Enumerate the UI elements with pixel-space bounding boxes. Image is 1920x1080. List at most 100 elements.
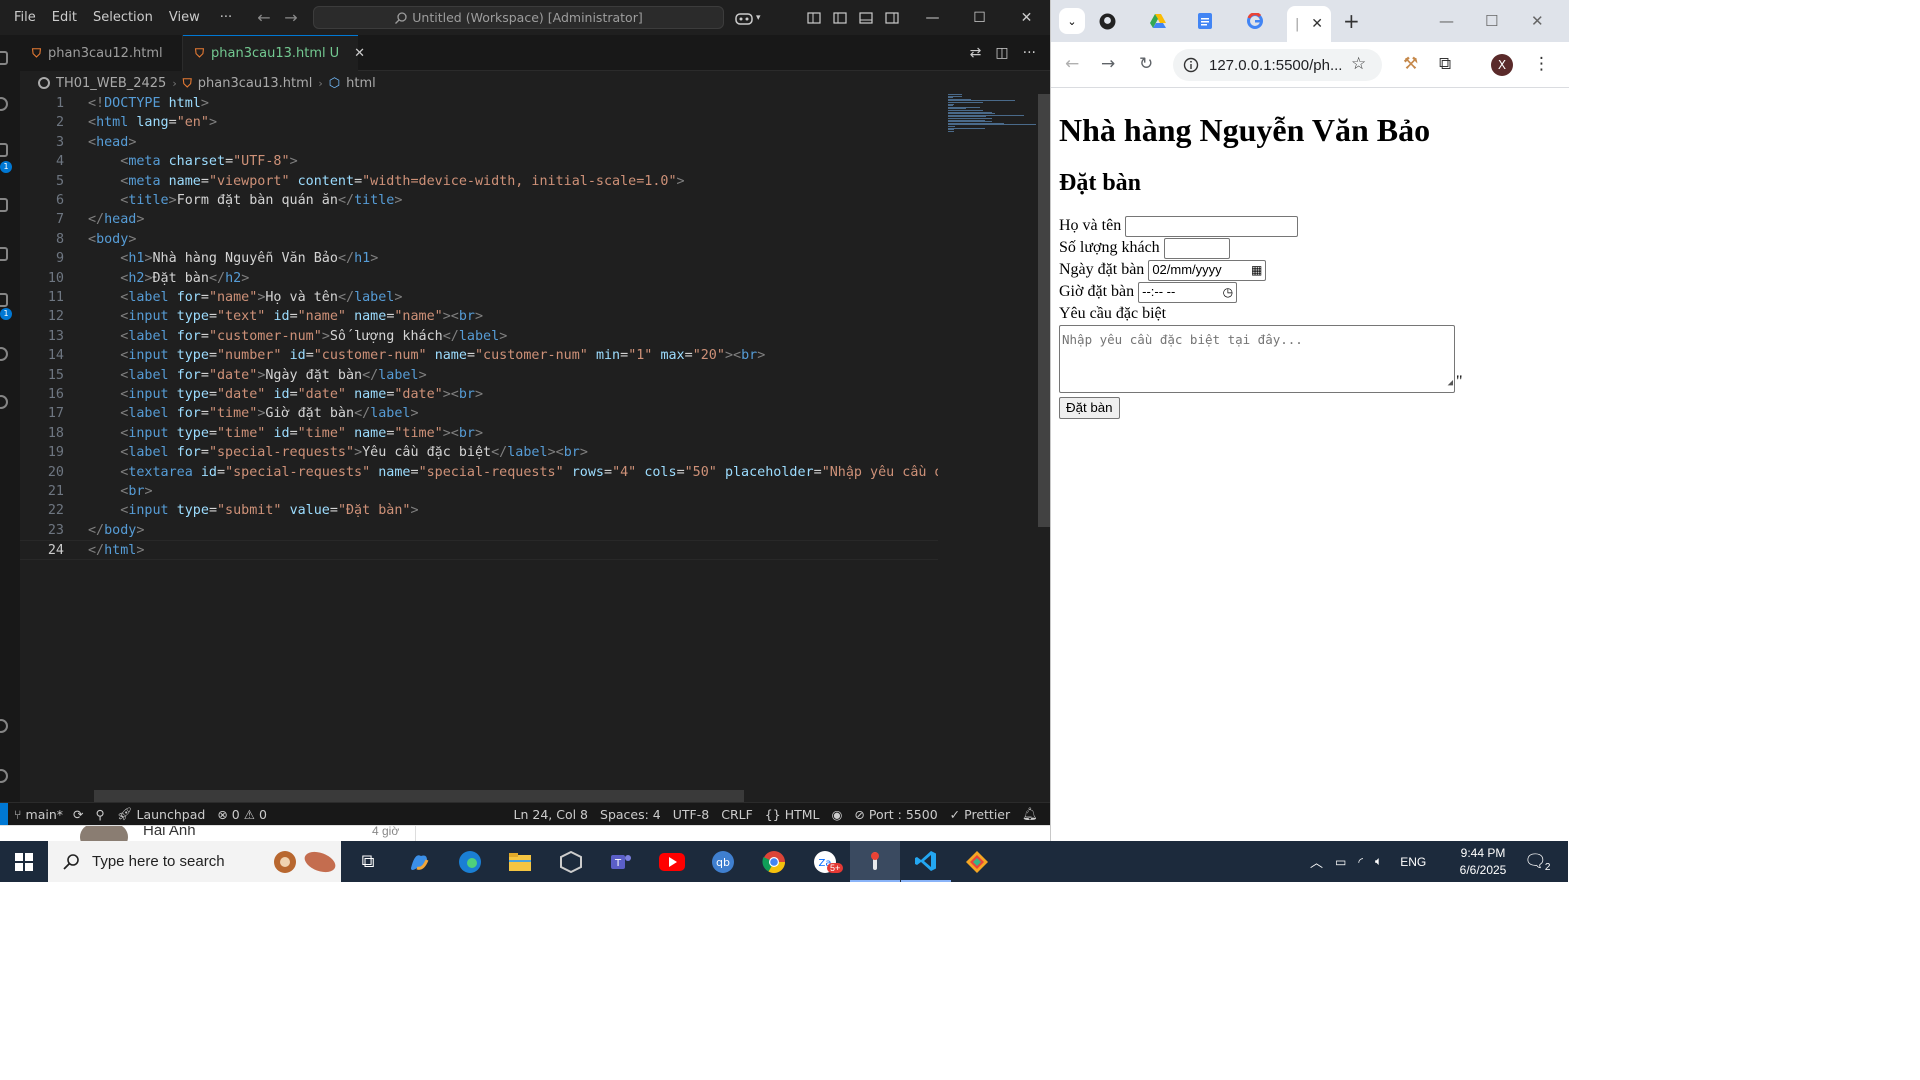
remote-indicator[interactable] [0,802,8,826]
vscode-app-icon[interactable] [901,841,951,882]
breadcrumb-file[interactable]: phan3cau13.html [198,76,313,91]
code-line[interactable]: 15 <label for="date">Ngày đặt bàn</label… [20,366,938,385]
tab-search-button[interactable]: ⌄ [1059,8,1085,34]
git-fork-app-icon[interactable] [850,841,900,882]
code-line[interactable]: 19 <label for="special-requests">Yêu cầu… [20,443,938,462]
code-line[interactable]: 10 <h2>Đặt bàn</h2> [20,269,938,288]
code-line[interactable]: 12 <input type="text" id="name" name="na… [20,307,938,326]
toggle-panel-icon[interactable] [858,10,874,26]
start-button[interactable] [0,841,48,882]
code-line[interactable]: 16 <input type="date" id="date" name="da… [20,385,938,404]
teams-icon[interactable]: T [596,841,646,882]
sync-icon[interactable]: ⟳ [73,807,83,822]
code-line[interactable]: 14 <input type="number" id="customer-num… [20,346,938,365]
zalo-icon[interactable]: Za 5+ [800,841,850,882]
extension-hammer-icon[interactable]: ⚒ [1403,54,1418,74]
live-server-status[interactable]: ⊘ Port : 5500 [848,807,943,822]
guests-number-input[interactable] [1163,237,1230,259]
language-indicator[interactable]: ENG [1400,855,1426,869]
live-share-icon[interactable] [0,395,8,409]
minimap[interactable] [946,94,1036,134]
calendar-icon[interactable]: ▦ [1251,259,1262,281]
chevron-up-icon[interactable]: ︿ [1310,852,1323,871]
problems-status[interactable]: ⊗ 0 ⚠ 0 [211,807,273,822]
qbittorrent-icon[interactable]: qb [698,841,748,882]
chrome-menu-icon[interactable]: ⋮ [1533,54,1550,74]
menu-more[interactable]: ··· [212,0,240,35]
manage-gear-icon[interactable] [0,769,8,783]
chrome-icon[interactable] [749,841,799,882]
open-changes-icon[interactable]: ⇄ [970,45,982,61]
code-line[interactable]: 20 <textarea id="special-requests" name=… [20,463,938,482]
code-line[interactable]: 21 <br> [20,482,938,501]
taskbar-search[interactable]: Type here to search [48,841,341,882]
battery-icon[interactable]: ▭ [1335,855,1346,869]
clock[interactable]: 9:44 PM 6/6/2025 [1450,841,1516,882]
source-control-icon[interactable] [0,143,8,157]
branch-status[interactable]: ⑂ main* ⟳ [8,807,89,822]
code-line[interactable]: 9 <h1>Nhà hàng Nguyễn Văn Bảo</h1> [20,249,938,268]
command-center[interactable]: Untitled (Workspace) [Administrator] [313,6,724,29]
resize-handle-icon[interactable]: ◢ [1448,372,1453,394]
code-line[interactable]: 2 <html lang="en"> [20,113,938,132]
accounts-icon[interactable] [0,719,8,733]
maximize-button[interactable]: ☐ [1485,8,1498,34]
special-requests-textarea[interactable]: Nhập yêu cầu đặc biệt tại đây... ◢ [1059,325,1455,393]
clock-icon[interactable]: ◷ [1223,281,1233,303]
forward-arrow-icon[interactable]: → [277,8,305,27]
site-info-icon[interactable] [1183,57,1199,73]
code-line[interactable]: 6 <title>Form đặt bàn quán ăn</title> [20,191,938,210]
git-graph-icon[interactable]: ⚲ [89,807,110,822]
name-input[interactable] [1125,215,1299,237]
tab-active-local-page[interactable]: | ✕ [1287,6,1331,42]
extensions-puzzle-icon[interactable]: ⧉ [1439,54,1451,74]
tab-github[interactable] [1099,8,1116,34]
menu-edit[interactable]: Edit [44,0,85,35]
code-line[interactable]: 18 <input type="time" id="time" name="ti… [20,424,938,443]
code-line[interactable]: 8 <body> [20,230,938,249]
more-actions-icon[interactable]: ··· [1023,45,1036,61]
breadcrumb-folder[interactable]: TH01_WEB_2425 [56,76,166,91]
bookmark-star-icon[interactable]: ☆ [1351,54,1366,74]
code-line[interactable]: 22 <input type="submit" value="Đặt bàn"> [20,501,938,520]
split-editor-icon[interactable]: ◫ [995,45,1008,61]
code-editor[interactable]: 1 <!DOCTYPE html> 2 <html lang="en"> 3 <head>… [20,94,938,790]
menu-view[interactable]: View [161,0,208,35]
tab-google[interactable] [1247,8,1263,34]
code-line[interactable]: 5 <meta name="viewport" content="width=d… [20,172,938,191]
chat-name[interactable]: Hải Anh [143,826,196,839]
close-button[interactable]: ✕ [1003,0,1050,35]
code-line[interactable]: 24 </html> [20,540,938,560]
edge-icon[interactable] [445,841,495,882]
notification-center[interactable]: 🗨︎ 2 [1524,841,1550,882]
code-line[interactable]: 17 <label for="time">Giờ đặt bàn</label> [20,404,938,423]
extensions-icon[interactable] [0,247,8,261]
tab-google-drive[interactable] [1149,8,1167,34]
code-line[interactable]: 11 <label for="name">Họ và tên</label> [20,288,938,307]
cursor-position[interactable]: Ln 24, Col 8 [508,807,595,822]
code-line[interactable]: 13 <label for="customer-num">Số lượng kh… [20,327,938,346]
close-tab-icon[interactable]: ✕ [1311,16,1323,32]
file-explorer-icon[interactable] [495,841,545,882]
tab-phan3cau13[interactable]: ⛉ phan3cau13.html U ✕ [183,35,365,71]
back-arrow-icon[interactable]: ← [250,8,278,27]
breadcrumb-element[interactable]: html [346,76,376,91]
menu-selection[interactable]: Selection [85,0,161,35]
task-view-icon[interactable]: ⧉ [343,841,393,882]
explorer-icon[interactable] [0,51,8,65]
code-line[interactable]: 1 <!DOCTYPE html> [20,94,938,113]
copilot-status-icon[interactable]: ◉ [826,807,849,822]
unity-hub-icon[interactable] [546,841,596,882]
minimize-button[interactable]: — [1439,8,1454,34]
run-debug-icon[interactable] [0,198,8,212]
time-input[interactable]: --:-- -- ◷ [1138,281,1238,303]
toggle-secondary-sidebar-icon[interactable] [884,10,900,26]
horizontal-scrollbar[interactable] [94,790,744,802]
menu-file[interactable]: File [0,0,44,35]
profile-avatar[interactable]: X [1491,54,1513,76]
back-icon[interactable]: ← [1065,54,1079,74]
encoding[interactable]: UTF-8 [667,807,715,822]
code-line[interactable]: 7 </head> [20,210,938,229]
code-line[interactable]: 23 </body> [20,521,938,540]
copilot-app-icon[interactable] [394,841,444,882]
